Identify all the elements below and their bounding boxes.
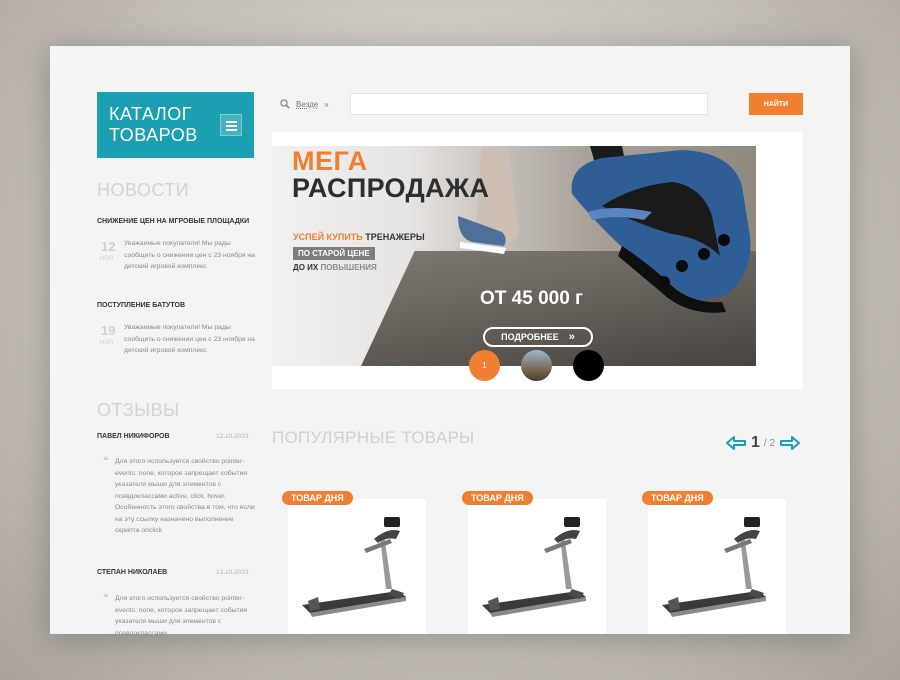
review-text: Для этого используется свойство pointer-… xyxy=(115,595,248,634)
banner-line3-a: ДО ИХ xyxy=(293,263,321,272)
quote-icon: ❝ xyxy=(103,593,109,604)
more-button-label: ПОДРОБНЕЕ xyxy=(501,332,559,342)
review-author: ПАВЕЛ НИКИФОРОВ xyxy=(97,433,170,440)
banner-line3-b: ПОВЫШЕНИЯ xyxy=(320,263,377,272)
news-date-month: НОЯ xyxy=(100,340,114,346)
page-current: 1 xyxy=(751,434,760,451)
pagination: 1 / 2 xyxy=(725,434,801,452)
search-icon xyxy=(280,99,290,109)
product-badge: ТОВАР ДНЯ xyxy=(282,491,353,505)
chevron-down-icon: » xyxy=(324,99,329,109)
hamburger-menu-icon[interactable] xyxy=(220,114,242,136)
banner-line3: ДО ИХ ПОВЫШЕНИЯ xyxy=(293,263,377,272)
treadmill-image xyxy=(482,517,586,617)
search-input[interactable] xyxy=(350,93,708,115)
news-section-title: НОВОСТИ xyxy=(97,180,190,200)
product-badge: ТОВАР ДНЯ xyxy=(462,491,533,505)
product-card[interactable]: ТОВАР ДНЯ xyxy=(282,491,426,634)
arrow-right-icon[interactable] xyxy=(779,435,801,451)
slider-dot-thumbnail[interactable] xyxy=(521,350,552,381)
news-date-day: 12 xyxy=(101,239,116,254)
banner-subtitle-rest: ТРЕНАЖЕРЫ xyxy=(362,232,425,242)
news-date-month: НОЯ xyxy=(100,256,114,262)
review-date: 13.10.2023 xyxy=(216,569,249,576)
news-text: Уважаемые покупатели! Мы рады сообщить о… xyxy=(124,324,255,354)
promo-banner[interactable]: МЕГА РАСПРОДАЖА УСПЕЙ КУПИТЬ ТРЕНАЖЕРЫ П… xyxy=(272,146,756,366)
product-badge: ТОВАР ДНЯ xyxy=(642,491,713,505)
treadmill-image xyxy=(662,517,766,617)
banner-subtitle-accent: УСПЕЙ КУПИТЬ xyxy=(293,232,363,242)
treadmill-image xyxy=(302,517,406,617)
product-card[interactable]: ТОВАР ДНЯ xyxy=(462,491,606,634)
product-card[interactable]: ТОВАР ДНЯ xyxy=(642,491,786,634)
review-date: 12.10.2023 xyxy=(216,433,249,440)
news-date-day: 19 xyxy=(101,323,116,338)
promo-slider: МЕГА РАСПРОДАЖА УСПЕЙ КУПИТЬ ТРЕНАЖЕРЫ П… xyxy=(272,132,803,389)
catalog-button[interactable]: КАТАЛОГ ТОВАРОВ xyxy=(97,92,254,158)
page-total: / 2 xyxy=(763,437,776,449)
reviews-section-title: ОТЗЫВЫ xyxy=(97,400,180,420)
double-chevron-right-icon: » xyxy=(568,331,575,343)
page: КАТАЛОГ ТОВАРОВ НОВОСТИ СНИЖЕНИЕ ЦЕН НА … xyxy=(50,46,850,634)
slider-dot-active[interactable]: 1 xyxy=(469,350,500,381)
banner-price: ОТ 45 000 г xyxy=(480,288,583,309)
more-button[interactable]: ПОДРОБНЕЕ » xyxy=(483,327,593,347)
banner-old-price-tag: ПО СТАРОЙ ЦЕНЕ xyxy=(293,247,375,260)
popular-products-title: ПОПУЛЯРНЫЕ ТОВАРЫ xyxy=(272,428,475,447)
slider-dot-thumbnail[interactable] xyxy=(573,350,604,381)
review-text: Для этого используется свойство pointer-… xyxy=(115,458,255,534)
news-title[interactable]: ПОСТУПЛЕНИЕ БАТУТОВ xyxy=(97,302,185,309)
arrow-left-icon[interactable] xyxy=(725,435,747,451)
news-title[interactable]: СНИЖЕНИЕ ЦЕН НА МГРОВЫЕ ПЛОЩАДКИ xyxy=(97,218,249,225)
review-author: СТЕПАН НИКОЛАЕВ xyxy=(97,569,168,576)
news-text: Уважаемые покупатели! Мы рады сообщить о… xyxy=(124,240,255,270)
search-scope-select[interactable]: Везде » xyxy=(272,93,348,115)
search-button[interactable]: НАЙТИ xyxy=(749,93,803,115)
banner-title: РАСПРОДАЖА xyxy=(292,173,490,203)
quote-icon: ❝ xyxy=(103,456,109,467)
banner-subtitle: УСПЕЙ КУПИТЬ ТРЕНАЖЕРЫ xyxy=(293,232,425,242)
search-scope-label: Везде xyxy=(296,99,319,109)
